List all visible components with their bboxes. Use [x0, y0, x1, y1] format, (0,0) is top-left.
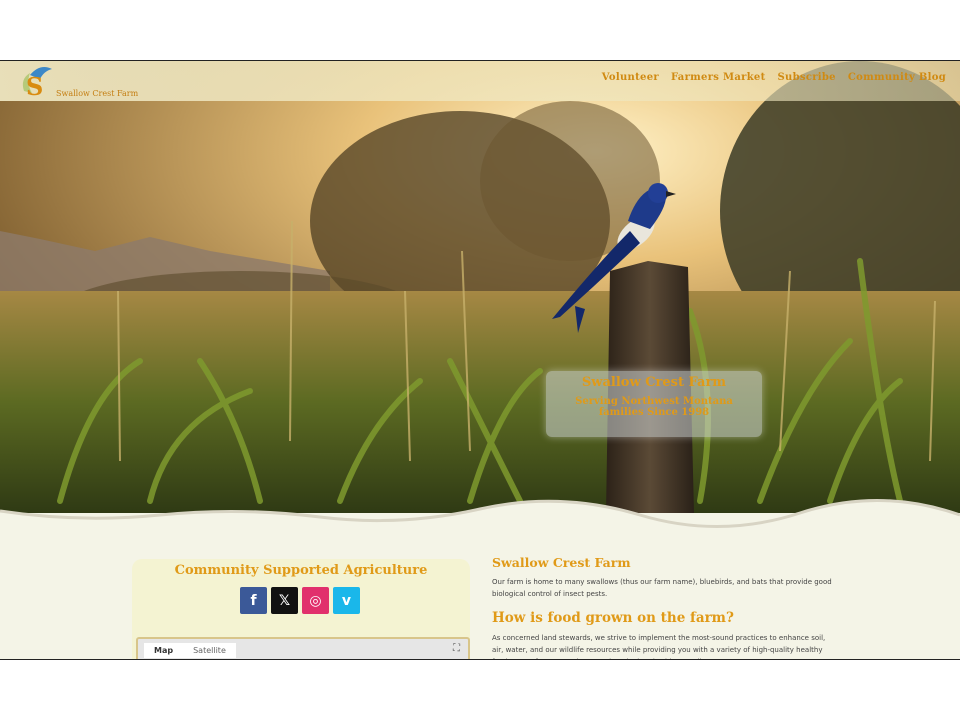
nav-community-blog[interactable]: Community Blog: [848, 72, 946, 83]
section-heading-how-grown: How is food grown on the farm?: [492, 610, 734, 626]
hero-caption-card: Swallow Crest Farm Serving Northwest Mon…: [546, 371, 762, 437]
map-tab-satellite[interactable]: Satellite: [183, 643, 236, 658]
nav-volunteer[interactable]: Volunteer: [602, 72, 659, 83]
nav-farmers-market[interactable]: Farmers Market: [671, 72, 766, 83]
section-paragraph-how-grown: As concerned land stewards, we strive to…: [492, 634, 826, 659]
x-icon[interactable]: 𝕏: [271, 587, 298, 614]
embedded-map[interactable]: Map Satellite ⛶: [136, 637, 470, 659]
csa-title: Community Supported Agriculture: [174, 563, 428, 578]
facebook-icon[interactable]: f: [240, 587, 267, 614]
logo-text[interactable]: Swallow Crest Farm: [56, 89, 138, 98]
section-heading-farm: Swallow Crest Farm: [492, 555, 631, 570]
browser-viewport: S Swallow Crest Farm Volunteer Farmers M…: [0, 60, 960, 660]
vimeo-icon[interactable]: v: [333, 587, 360, 614]
hero-title: Swallow Crest Farm: [581, 375, 727, 390]
logo-letter: S: [26, 72, 43, 97]
social-links: f 𝕏 ◎ v: [240, 587, 360, 614]
fullscreen-icon[interactable]: ⛶: [451, 643, 462, 654]
hero-banner: S Swallow Crest Farm Volunteer Farmers M…: [0, 61, 960, 513]
map-type-tabs: Map Satellite: [144, 643, 236, 658]
wave-divider: [0, 499, 960, 533]
map-tab-map[interactable]: Map: [144, 643, 183, 658]
section-paragraph-farm: Our farm is home to many swallows (thus …: [492, 578, 832, 598]
main-nav: Volunteer Farmers Market Subscribe Commu…: [602, 72, 946, 83]
main-content: Swallow Crest Farm Our farm is home to m…: [492, 555, 837, 659]
instagram-icon[interactable]: ◎: [302, 587, 329, 614]
site-header: S Swallow Crest Farm Volunteer Farmers M…: [0, 61, 960, 101]
hero-subtitle: Serving Northwest Montana families Since…: [575, 396, 733, 418]
hero-photo: [0, 61, 960, 513]
nav-subscribe[interactable]: Subscribe: [778, 72, 836, 83]
csa-card: Community Supported Agriculture f 𝕏 ◎ v …: [132, 559, 470, 659]
